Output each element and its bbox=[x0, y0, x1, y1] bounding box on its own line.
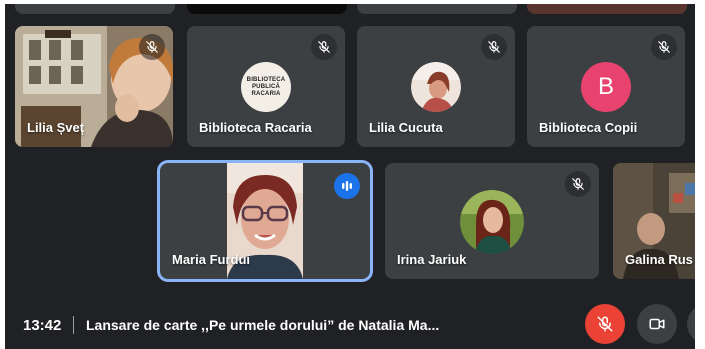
participant-name: Irina Jariuk bbox=[397, 252, 467, 267]
participant-tile-irina-jariuk[interactable]: Irina Jariuk bbox=[385, 163, 599, 279]
partial-tile-top bbox=[15, 4, 175, 14]
partial-tile-top bbox=[357, 4, 517, 14]
meet-call-window: Lilia Șveț BIBLIOTECA PUBLICĂ RACARIA Bi… bbox=[5, 4, 695, 349]
participant-tile-lilia-cucuta[interactable]: Lilia Cucuta bbox=[357, 26, 515, 147]
meeting-clock: 13:42 bbox=[23, 317, 62, 334]
toggle-microphone-button[interactable] bbox=[585, 304, 625, 344]
participant-tile-biblioteca-copii[interactable]: B Biblioteca Copii bbox=[527, 26, 685, 147]
mic-off-icon bbox=[565, 171, 591, 197]
mic-off-icon bbox=[139, 34, 165, 60]
logo-text-line: BIBLIOTECA bbox=[246, 76, 286, 83]
participant-name: Galina Rus bbox=[625, 252, 693, 267]
toggle-camera-button[interactable] bbox=[637, 304, 677, 344]
participant-avatar-photo bbox=[460, 190, 524, 254]
participant-avatar-letter: B bbox=[581, 62, 631, 112]
meeting-title: Lansare de carte ,,Pe urmele dorului” de… bbox=[86, 317, 440, 333]
logo-text-line: PUBLICĂ bbox=[251, 83, 281, 90]
divider bbox=[73, 316, 74, 334]
mic-off-icon bbox=[597, 316, 613, 332]
library-logo-avatar: BIBLIOTECA PUBLICĂ RACARIA bbox=[241, 62, 291, 112]
participant-avatar-photo bbox=[411, 62, 461, 112]
participant-tile-galina-rus[interactable]: Galina Rus bbox=[613, 163, 695, 279]
participant-name: Biblioteca Racaria bbox=[199, 120, 312, 135]
mic-off-icon bbox=[311, 34, 337, 60]
audio-levels-icon bbox=[334, 173, 360, 199]
participant-name: Lilia Șveț bbox=[27, 120, 85, 135]
participant-tile-lilia-svet[interactable]: Lilia Șveț bbox=[15, 26, 173, 147]
participant-tile-maria-furdui[interactable]: Maria Furdui bbox=[160, 163, 370, 279]
participant-tile-biblioteca-racaria[interactable]: BIBLIOTECA PUBLICĂ RACARIA Biblioteca Ra… bbox=[187, 26, 345, 147]
meeting-bottom-bar: 13:42 Lansare de carte ,,Pe urmele dorul… bbox=[5, 296, 695, 349]
more-controls-button[interactable] bbox=[687, 304, 695, 344]
logo-text-line: RACARIA bbox=[251, 90, 281, 97]
partial-tile-top bbox=[187, 4, 347, 14]
mic-off-icon bbox=[481, 34, 507, 60]
screenshot: Lilia Șveț BIBLIOTECA PUBLICĂ RACARIA Bi… bbox=[0, 0, 705, 349]
participant-name: Biblioteca Copii bbox=[539, 120, 638, 135]
participant-name: Lilia Cucuta bbox=[369, 120, 443, 135]
participant-name: Maria Furdui bbox=[172, 252, 251, 267]
partial-tile-top bbox=[527, 4, 687, 14]
video-camera-icon bbox=[649, 318, 665, 330]
mic-off-icon bbox=[651, 34, 677, 60]
